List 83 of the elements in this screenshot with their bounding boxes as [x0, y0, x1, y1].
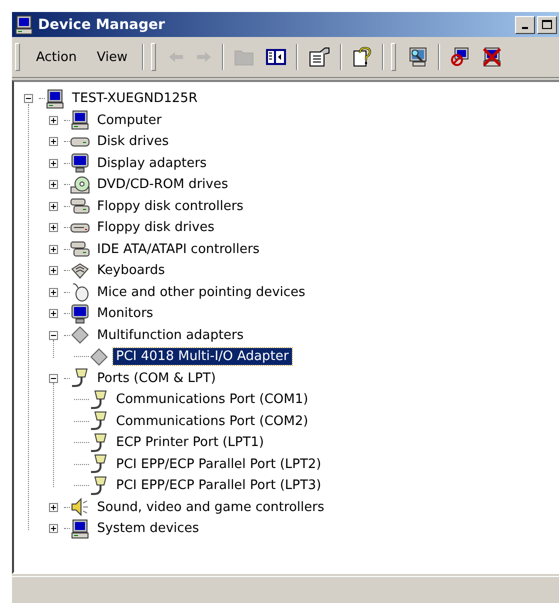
help-icon: [352, 47, 372, 67]
keyboard-icon: [70, 260, 90, 281]
menu-item[interactable]: View: [86, 46, 138, 68]
expand-toggle[interactable]: [49, 244, 58, 254]
expand-toggle[interactable]: [49, 180, 58, 190]
cd-drive-icon: [70, 174, 90, 195]
tree-item[interactable]: Communications Port (COM2): [113, 412, 312, 430]
plus-icon: [50, 288, 57, 296]
port-connector-icon: [89, 411, 109, 432]
tree-item[interactable]: ECP Printer Port (LPT1): [113, 434, 267, 452]
window-title: Device Manager: [38, 16, 166, 32]
plus-icon: [50, 267, 57, 274]
tree-item[interactable]: PCI EPP/ECP Parallel Port (LPT2): [113, 456, 324, 473]
port-connector-icon: [89, 454, 109, 474]
tree-item[interactable]: Ports (COM & LPT): [94, 370, 219, 387]
panel-icon: [266, 49, 286, 65]
expand-toggle[interactable]: [49, 374, 58, 383]
minimize-icon: [522, 26, 528, 28]
expand-toggle[interactable]: [49, 202, 58, 211]
expand-toggle[interactable]: [49, 158, 58, 168]
tree-item[interactable]: Floppy disk drives: [94, 219, 218, 236]
tree-item[interactable]: TEST-XUEGND125R: [69, 90, 200, 108]
back-arrow-icon: [168, 49, 184, 65]
expand-toggle[interactable]: [49, 116, 58, 125]
expand-toggle[interactable]: [49, 137, 58, 146]
expand-toggle[interactable]: [24, 94, 33, 104]
plus-icon: [50, 310, 57, 318]
tree-item[interactable]: Floppy disk controllers: [94, 198, 246, 215]
tree-item[interactable]: Display adapters: [94, 154, 210, 172]
expand-toggle[interactable]: [49, 288, 58, 297]
tree-item[interactable]: Mice and other pointing devices: [94, 284, 308, 301]
tree-item[interactable]: PCI EPP/ECP Parallel Port (LPT3): [113, 477, 324, 494]
plus-icon: [50, 116, 57, 124]
controller-icon: [70, 196, 90, 216]
computer-icon: [70, 518, 90, 539]
port-connector-icon: [89, 432, 109, 453]
plus-icon: [50, 504, 57, 511]
port-connector-icon: [89, 476, 109, 496]
maximize-button[interactable]: [537, 16, 557, 34]
maximize-icon: [542, 20, 552, 29]
tree-item[interactable]: DVD/CD-ROM drives: [94, 176, 232, 194]
plus-icon: [50, 181, 57, 188]
plus-icon: [50, 138, 57, 146]
computer-remove-icon: [482, 47, 502, 67]
computer-icon: [70, 110, 90, 130]
plus-icon: [50, 202, 57, 210]
expand-toggle[interactable]: [49, 524, 58, 534]
monitor-icon: [70, 153, 90, 174]
tree-item[interactable]: Communications Port (COM1): [113, 391, 312, 408]
computer-icon: [45, 88, 65, 109]
port-connector-icon: [89, 390, 109, 410]
tree-item[interactable]: Disk drives: [94, 133, 172, 150]
mouse-icon: [70, 282, 90, 302]
tree-item[interactable]: PCI 4018 Multi-I/O Adapter: [113, 348, 292, 366]
forward-arrow-icon: [196, 49, 212, 65]
diamond-icon: [89, 346, 109, 367]
monitor-icon: [70, 304, 90, 324]
tree-item[interactable]: Computer: [94, 112, 165, 129]
controller-icon: [70, 239, 90, 260]
menu-item[interactable]: Action: [26, 46, 87, 68]
expand-toggle[interactable]: [49, 502, 58, 512]
port-connector-icon: [70, 368, 90, 388]
computer-icon: [14, 14, 34, 34]
computer-disable-icon: [450, 47, 470, 67]
tree-item[interactable]: System devices: [94, 520, 202, 538]
tree-item[interactable]: Multifunction adapters: [94, 326, 247, 344]
expand-toggle[interactable]: [49, 266, 58, 276]
folder-icon: [234, 48, 254, 66]
plus-icon: [50, 224, 57, 232]
tree-item[interactable]: IDE ATA/ATAPI controllers: [94, 240, 263, 258]
minimize-button[interactable]: [515, 16, 535, 34]
properties-icon: [308, 47, 330, 67]
plus-icon: [50, 525, 57, 532]
tree-item[interactable]: Sound, video and game controllers: [94, 498, 328, 516]
plus-icon: [50, 246, 57, 253]
tree-item[interactable]: Keyboards: [94, 262, 168, 280]
tree-item[interactable]: Monitors: [94, 305, 156, 322]
expand-toggle[interactable]: [49, 309, 58, 318]
expand-toggle[interactable]: [49, 223, 58, 232]
plus-icon: [50, 160, 57, 167]
monitor-search-icon: [408, 47, 428, 67]
diamond-icon: [70, 325, 90, 346]
expand-toggle[interactable]: [49, 330, 58, 340]
